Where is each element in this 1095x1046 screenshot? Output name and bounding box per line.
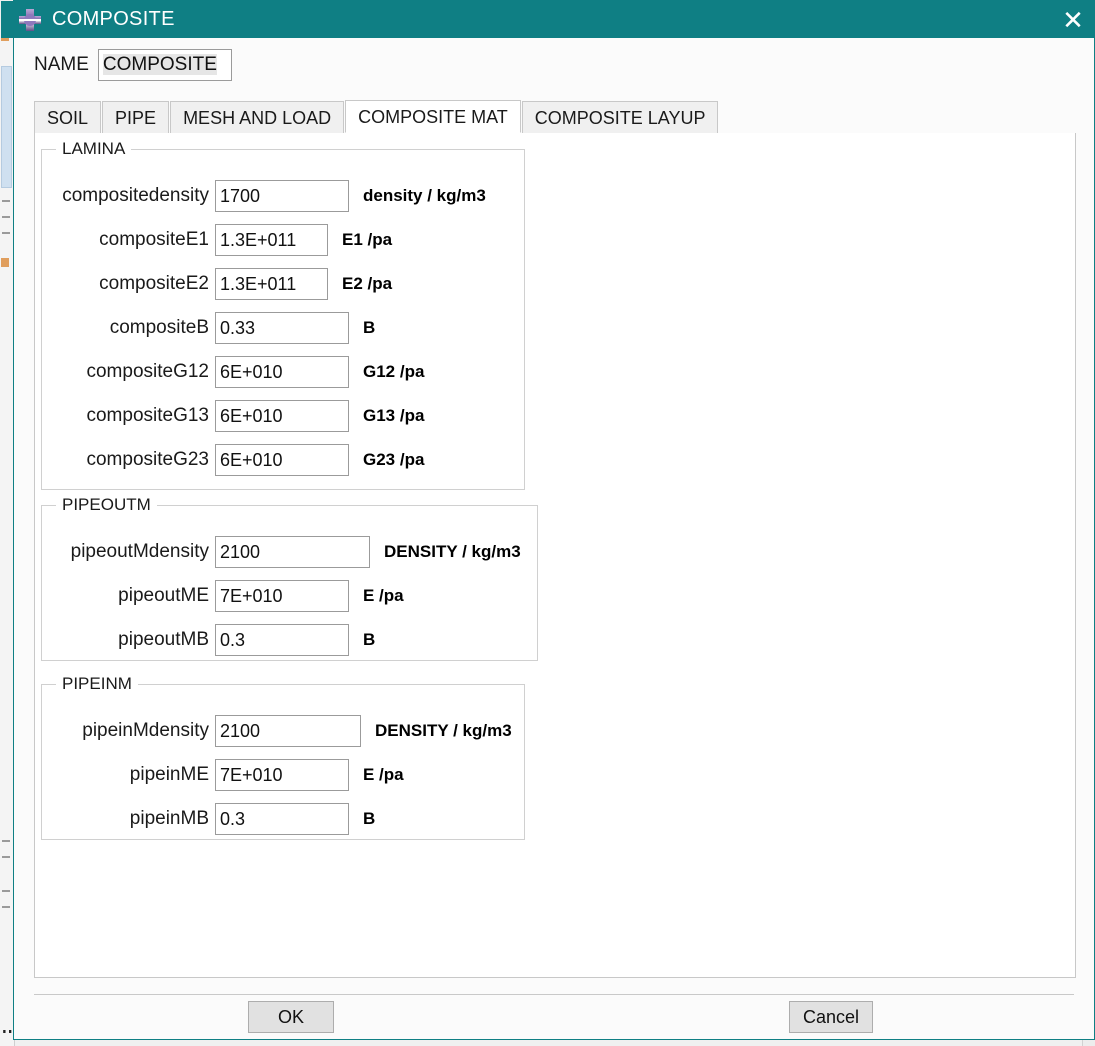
input-compositeb[interactable]: 0.33 [215, 312, 349, 344]
unit-label-pipeoutmb: B [363, 630, 376, 649]
input-pipeinme[interactable]: 7E+010 [215, 759, 349, 791]
background-tick [2, 840, 10, 842]
field-label-pipeoutme: pipeoutME [118, 585, 209, 606]
field-row: compositeE1 1.3E+011 E1 /pa [54, 224, 392, 256]
unit-label-pipeoutmdensity: DENSITY / kg/m3 [384, 542, 521, 561]
field-label-compositedensity: compositedensity [62, 185, 209, 206]
tab-composite-layup[interactable]: COMPOSITE LAYUP [521, 101, 719, 133]
field-row: pipeoutMB 0.3 B [54, 624, 375, 656]
input-pipeoutmdensity[interactable]: 2100 [215, 536, 370, 568]
field-row: compositeG23 6E+010 G23 /pa [54, 444, 424, 476]
group-pipeoutm: PIPEOUTM pipeoutMdensity 2100 DENSITY / kg/… [41, 495, 538, 661]
tab-soil[interactable]: SOIL [34, 101, 102, 133]
field-label-pipeoutmb: pipeoutMB [118, 629, 209, 650]
field-label-compositee2: compositeE2 [99, 273, 209, 294]
group-pipeinm: PIPEINM pipeinMdensity 2100 DENSITY / kg/m3… [41, 674, 525, 840]
field-label-compositeg23: compositeG23 [86, 449, 209, 470]
background-tick [2, 200, 10, 202]
field-row: pipeoutME 7E+010 E /pa [54, 580, 404, 612]
field-label-pipeoutmdensity: pipeoutMdensity [70, 541, 209, 562]
tab-pipe[interactable]: PIPE [102, 101, 170, 133]
field-label-pipeinme: pipeinME [129, 764, 209, 785]
input-compositeg13[interactable]: 6E+010 [215, 400, 349, 432]
input-compositee2[interactable]: 1.3E+011 [215, 268, 328, 300]
unit-label-pipeinmb: B [363, 809, 376, 828]
field-row: compositeE2 1.3E+011 E2 /pa [54, 268, 392, 300]
field-row: pipeinMdensity 2100 DENSITY / kg/m3 [54, 715, 512, 747]
tab-strip: SOIL PIPE MESH AND LOAD COMPOSITE MAT COMPOS… [34, 100, 1076, 134]
unit-label-compositee2: E2 /pa [342, 274, 393, 293]
field-row: compositeG13 6E+010 G13 /pa [54, 400, 424, 432]
group-title: PIPEOUTM [56, 495, 157, 515]
footer-divider [34, 994, 1074, 995]
crosshair-plus-icon [17, 8, 43, 32]
tab-mesh-and-load[interactable]: MESH AND LOAD [170, 101, 345, 133]
field-row: compositeG12 6E+010 G12 /pa [54, 356, 424, 388]
background-tick [2, 890, 10, 892]
composite-dialog: COMPOSITE ✕ NAME COMPOSITE SOIL PIPE MESH … [1, 0, 1095, 1040]
field-row: pipeoutMdensity 2100 DENSITY / kg/m3 [54, 536, 521, 568]
input-compositeg12[interactable]: 6E+010 [215, 356, 349, 388]
cancel-button[interactable]: Cancel [789, 1001, 873, 1033]
group-lamina: LAMINA compositedensity 1700 density / kg/m… [41, 139, 525, 490]
ok-button[interactable]: OK [248, 1001, 334, 1033]
input-compositee1[interactable]: 1.3E+011 [215, 224, 328, 256]
field-label-pipeinmb: pipeinMB [129, 808, 209, 829]
unit-label-compositeb: B [363, 318, 376, 337]
background-tick [2, 232, 10, 234]
field-label-compositee1: compositeE1 [99, 229, 209, 250]
name-row: NAME COMPOSITE [34, 49, 232, 81]
field-label-compositeg13: compositeG13 [86, 405, 209, 426]
field-label-compositeg12: compositeG12 [86, 361, 209, 382]
unit-label-compositeg12: G12 /pa [363, 362, 425, 381]
group-title: PIPEINM [56, 674, 138, 694]
field-label-pipeinmdensity: pipeinMdensity [82, 720, 209, 741]
unit-label-compositedensity: density / kg/m3 [363, 186, 486, 205]
unit-label-compositeg23: G23 /pa [363, 450, 425, 469]
field-label-compositeb: compositeB [109, 317, 209, 338]
tab-composite-mat[interactable]: COMPOSITE MAT [345, 100, 521, 133]
unit-label-pipeinme: E /pa [363, 765, 404, 784]
name-input[interactable]: COMPOSITE [97, 49, 232, 81]
input-pipeinmdensity[interactable]: 2100 [215, 715, 361, 747]
input-compositeg23[interactable]: 6E+010 [215, 444, 349, 476]
composite-mat-panel: LAMINA compositedensity 1700 density / kg/m… [34, 133, 1076, 978]
unit-label-compositeg13: G13 /pa [363, 406, 425, 425]
close-icon[interactable]: ✕ [1050, 1, 1095, 38]
field-row: compositeB 0.33 B [54, 312, 375, 344]
unit-label-compositee1: E1 /pa [342, 230, 393, 249]
field-row: compositedensity 1700 density / kg/m3 [54, 180, 486, 212]
input-pipeoutmb[interactable]: 0.3 [215, 624, 349, 656]
name-input-value: COMPOSITE [102, 54, 217, 75]
input-pipeoutme[interactable]: 7E+010 [215, 580, 349, 612]
input-compositedensity[interactable]: 1700 [215, 180, 349, 212]
unit-label-pipeinmdensity: DENSITY / kg/m3 [375, 721, 512, 740]
field-row: pipeinME 7E+010 E /pa [54, 759, 404, 791]
group-title: LAMINA [56, 139, 132, 159]
unit-label-pipeoutme: E /pa [363, 586, 404, 605]
input-pipeinmb[interactable]: 0.3 [215, 803, 349, 835]
name-label: NAME [34, 54, 89, 75]
background-tick [2, 906, 10, 908]
background-orange-marker [1, 258, 9, 267]
dialog-titlebar: COMPOSITE ✕ [1, 1, 1095, 38]
background-left-panel [1, 66, 12, 188]
background-tick [2, 856, 10, 858]
field-row: pipeinMB 0.3 B [54, 803, 375, 835]
dialog-title: COMPOSITE [52, 8, 175, 30]
background-tick [2, 216, 10, 218]
